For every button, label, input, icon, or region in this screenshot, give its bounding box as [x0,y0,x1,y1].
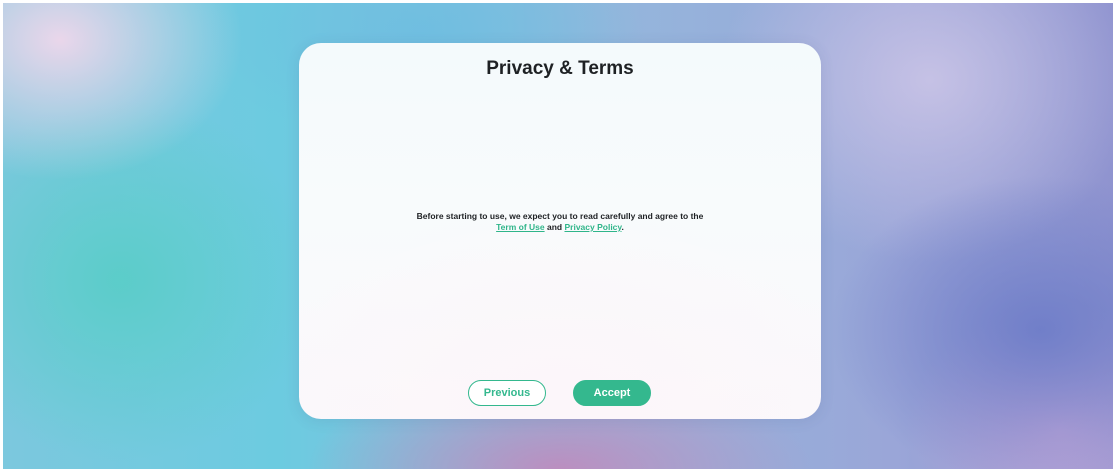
privacy-terms-dialog: Privacy & Terms Before starting to use, … [299,43,821,419]
term-of-use-link[interactable]: Term of Use [496,222,545,232]
agreement-conjunction: and [546,222,563,232]
previous-button[interactable]: Previous [468,380,546,406]
onboarding-screen: Privacy & Terms Before starting to use, … [0,0,1116,472]
agreement-text: Before starting to use, we expect you to… [416,211,704,221]
agreement-period: . [621,222,624,232]
agreement-message: Before starting to use, we expect you to… [299,211,821,233]
dialog-title: Privacy & Terms [486,58,634,79]
privacy-policy-link[interactable]: Privacy Policy [564,222,621,232]
accept-button[interactable]: Accept [573,380,651,406]
